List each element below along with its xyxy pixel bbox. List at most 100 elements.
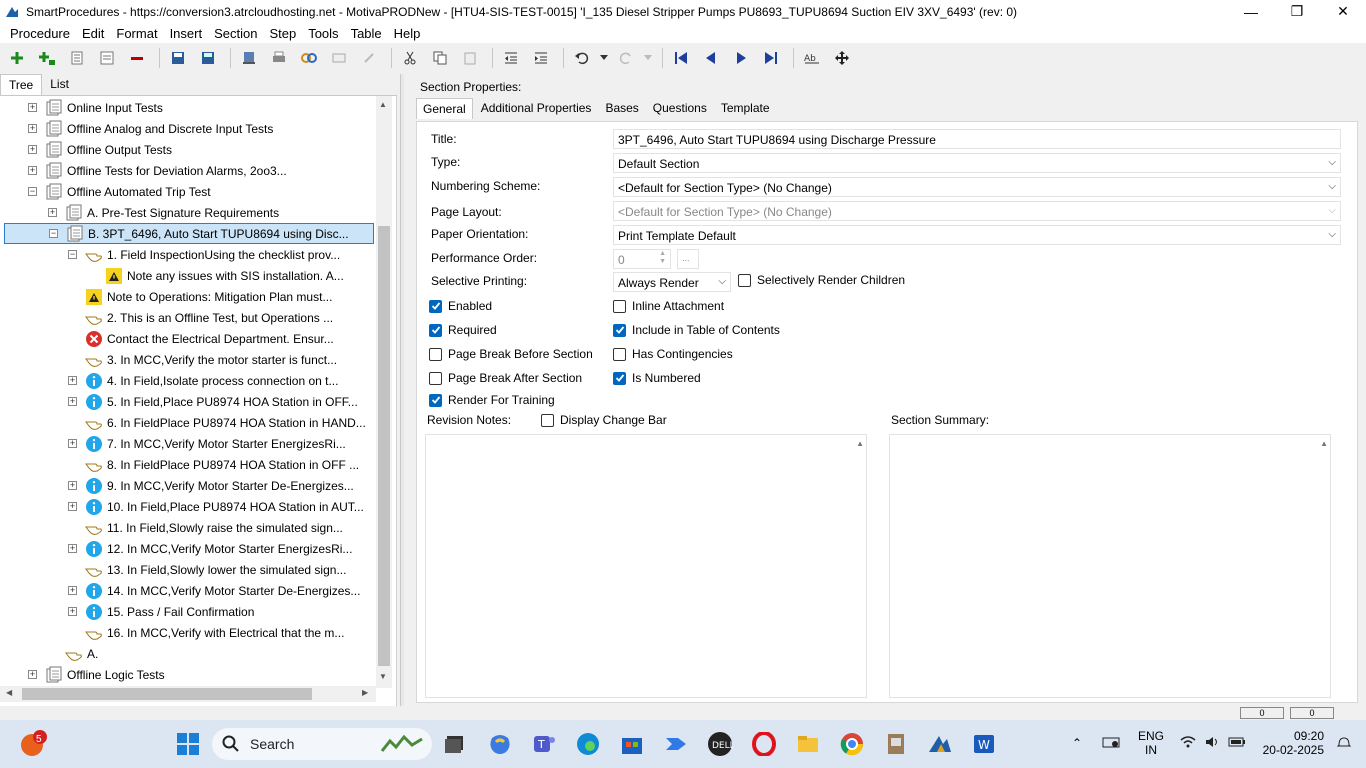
- menu-edit[interactable]: Edit: [76, 26, 110, 41]
- checkbox-box[interactable]: [738, 273, 751, 287]
- tree-node[interactable]: + Online Input Tests: [28, 97, 163, 118]
- type-select[interactable]: Default Section ⌵: [613, 153, 1341, 173]
- include-toc-checkbox[interactable]: Include in Table of Contents: [613, 323, 780, 337]
- tree-vertical-scrollbar[interactable]: ▲ ▼: [376, 96, 392, 688]
- publish-icon[interactable]: [236, 45, 262, 71]
- last-icon[interactable]: [758, 45, 784, 71]
- checkmark-icon[interactable]: [429, 393, 442, 407]
- checkmark-icon[interactable]: [429, 323, 442, 337]
- expand-icon[interactable]: +: [68, 502, 77, 511]
- scroll-up-icon[interactable]: ▲: [379, 100, 387, 109]
- minimize-button[interactable]: —: [1228, 0, 1274, 23]
- tree-node[interactable]: 11. In Field,Slowly raise the simulated …: [68, 517, 343, 538]
- menu-section[interactable]: Section: [208, 26, 263, 41]
- indent-icon[interactable]: [528, 45, 554, 71]
- first-icon[interactable]: [668, 45, 694, 71]
- revision-notes-textarea[interactable]: ▲: [425, 434, 867, 698]
- copy-icon[interactable]: [427, 45, 453, 71]
- collapse-icon[interactable]: −: [68, 250, 77, 259]
- save-all-icon[interactable]: [165, 45, 191, 71]
- teams-icon[interactable]: T: [530, 730, 558, 758]
- tree-node[interactable]: 13. In Field,Slowly lower the simulated …: [68, 559, 346, 580]
- expand-icon[interactable]: +: [28, 124, 37, 133]
- tree-node[interactable]: +7. In MCC,Verify Motor Starter Energize…: [68, 433, 346, 454]
- expand-icon[interactable]: +: [68, 397, 77, 406]
- expand-icon[interactable]: +: [68, 439, 77, 448]
- notification-orb-icon[interactable]: 5: [20, 730, 48, 758]
- tree-node[interactable]: + Offline Output Tests: [28, 139, 172, 160]
- tree-node[interactable]: +4. In Field,Isolate process connection …: [68, 370, 338, 391]
- tree-node[interactable]: 6. In FieldPlace PU8974 HOA Station in H…: [68, 412, 366, 433]
- tree-node[interactable]: +5. In Field,Place PU8974 HOA Station in…: [68, 391, 358, 412]
- tree-node[interactable]: 8. In FieldPlace PU8974 HOA Station in O…: [68, 454, 359, 475]
- chrome-icon[interactable]: [838, 730, 866, 758]
- checkbox-box[interactable]: [541, 413, 554, 427]
- page-break-after-checkbox[interactable]: Page Break After Section: [429, 371, 582, 385]
- collapse-icon[interactable]: −: [28, 187, 37, 196]
- tree-node[interactable]: 16. In MCC,Verify with Electrical that t…: [68, 622, 344, 643]
- taskbar-search[interactable]: Search: [212, 728, 432, 760]
- outdent-icon[interactable]: [498, 45, 524, 71]
- tab-tree[interactable]: Tree: [0, 74, 43, 95]
- tree-node[interactable]: A.: [48, 643, 98, 664]
- menu-insert[interactable]: Insert: [164, 26, 209, 41]
- panel-splitter[interactable]: [400, 74, 404, 706]
- paper-orientation-select[interactable]: Print Template Default ⌵: [613, 225, 1341, 245]
- add-icon[interactable]: [4, 45, 30, 71]
- save-icon[interactable]: [195, 45, 221, 71]
- scroll-right-icon[interactable]: ▶: [362, 688, 368, 697]
- is-numbered-checkbox[interactable]: Is Numbered: [613, 371, 701, 385]
- selective-printing-select[interactable]: Always Render ⌵: [613, 272, 731, 292]
- tree-horizontal-scrollbar[interactable]: ◀ ▶: [0, 686, 376, 702]
- store-icon[interactable]: [618, 730, 646, 758]
- tree-node[interactable]: + Offline Logic Tests: [28, 664, 165, 685]
- scroll-up-icon[interactable]: ▲: [856, 439, 864, 448]
- tree-node[interactable]: +9. In MCC,Verify Motor Starter De-Energ…: [68, 475, 354, 496]
- undo-dropdown-icon[interactable]: [599, 45, 609, 71]
- checkbox-box[interactable]: [429, 347, 442, 361]
- required-checkbox[interactable]: Required: [429, 323, 497, 337]
- list-properties-icon[interactable]: [94, 45, 120, 71]
- clock[interactable]: 09:20 20-02-2025: [1260, 729, 1324, 757]
- close-button[interactable]: ✕: [1320, 0, 1366, 23]
- opera-icon[interactable]: [750, 730, 778, 758]
- language-indicator[interactable]: ENG IN: [1138, 729, 1164, 757]
- display-change-bar-checkbox[interactable]: Display Change Bar: [541, 413, 667, 427]
- numbering-select[interactable]: <Default for Section Type> (No Change) ⌵: [613, 177, 1341, 197]
- tree-node[interactable]: + Offline Tests for Deviation Alarms, 2oo…: [28, 160, 287, 181]
- edge-icon[interactable]: [574, 730, 602, 758]
- remote-app-icon[interactable]: [882, 730, 910, 758]
- delete-icon[interactable]: [124, 45, 150, 71]
- volume-icon[interactable]: [1204, 734, 1220, 753]
- tree-node[interactable]: +10. In Field,Place PU8974 HOA Station i…: [68, 496, 364, 517]
- file-explorer-icon[interactable]: [794, 730, 822, 758]
- enabled-checkbox[interactable]: Enabled: [429, 299, 492, 313]
- tree-node[interactable]: +15. Pass / Fail Confirmation: [68, 601, 254, 622]
- tree-node[interactable]: +14. In MCC,Verify Motor Starter De-Ener…: [68, 580, 360, 601]
- restore-button[interactable]: ❐: [1274, 0, 1320, 23]
- print-icon[interactable]: [266, 45, 292, 71]
- dell-icon[interactable]: DELL: [706, 730, 734, 758]
- tab-template[interactable]: Template: [715, 98, 776, 119]
- tab-additional-properties[interactable]: Additional Properties: [475, 98, 598, 119]
- tree-node[interactable]: 3. In MCC,Verify the motor starter is fu…: [68, 349, 337, 370]
- task-view-icon[interactable]: [440, 730, 468, 758]
- checkbox-box[interactable]: [429, 371, 442, 385]
- tab-general[interactable]: General: [416, 98, 473, 119]
- power-automate-icon[interactable]: [662, 730, 690, 758]
- expand-icon[interactable]: +: [68, 586, 77, 595]
- expand-icon[interactable]: +: [28, 145, 37, 154]
- checkbox-box[interactable]: [613, 347, 626, 361]
- collapse-icon[interactable]: −: [49, 229, 58, 238]
- tree-node[interactable]: 2. This is an Offline Test, but Operatio…: [68, 307, 333, 328]
- menu-help[interactable]: Help: [388, 26, 427, 41]
- checkmark-icon[interactable]: [613, 371, 626, 385]
- selectively-render-children-checkbox[interactable]: Selectively Render Children: [738, 273, 905, 287]
- has-contingencies-checkbox[interactable]: Has Contingencies: [613, 347, 733, 361]
- tree-node[interactable]: + A. Pre-Test Signature Requirements: [48, 202, 279, 223]
- cut-icon[interactable]: [397, 45, 423, 71]
- menu-step[interactable]: Step: [263, 26, 302, 41]
- expand-icon[interactable]: +: [68, 376, 77, 385]
- battery-icon[interactable]: [1228, 734, 1246, 753]
- expand-icon[interactable]: +: [28, 670, 37, 679]
